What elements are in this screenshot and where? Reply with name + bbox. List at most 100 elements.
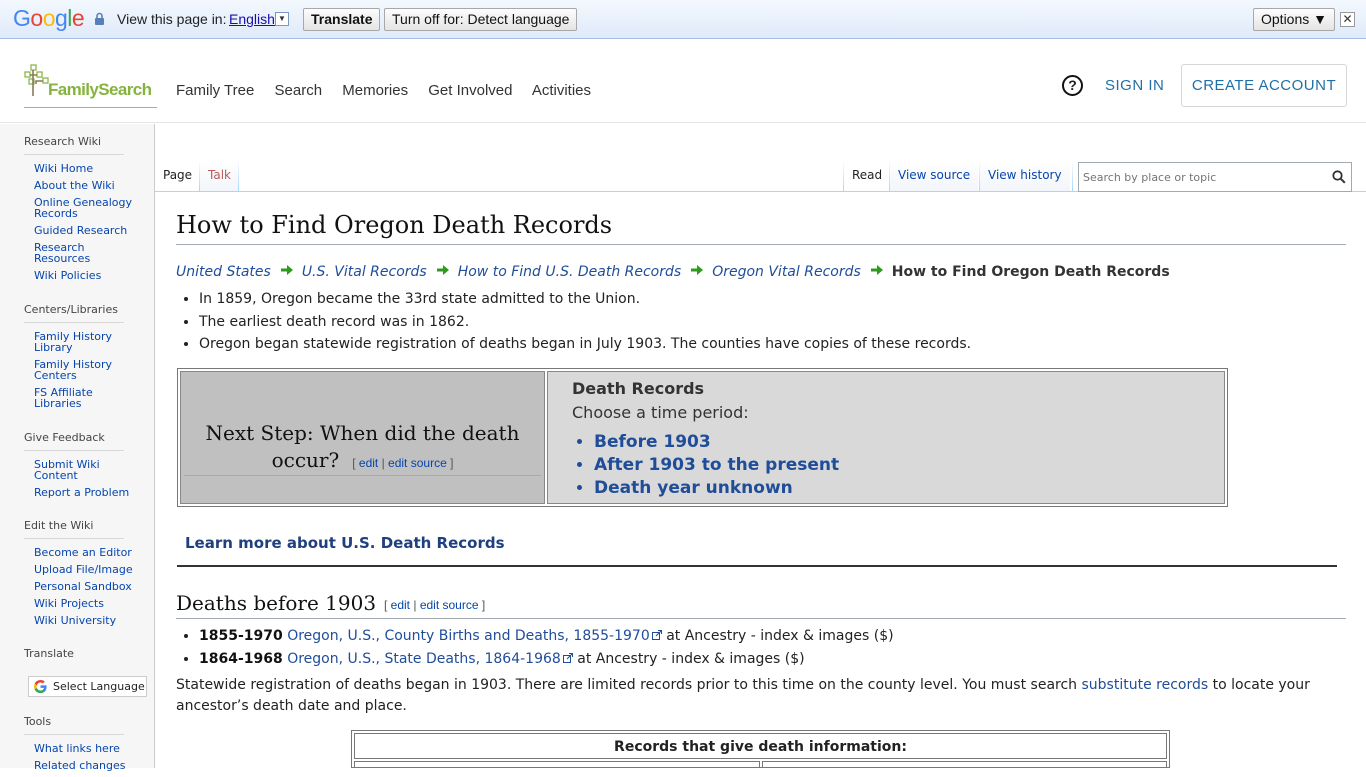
breadcrumb-united-states[interactable]: United States <box>176 264 271 280</box>
close-icon[interactable]: ✕ <box>1340 12 1355 27</box>
title-divider <box>176 244 1346 245</box>
learn-more-link[interactable]: Learn more about U.S. Death Records <box>185 534 505 552</box>
tab-view-source[interactable]: View source <box>890 160 979 191</box>
arrow-right-icon <box>280 265 293 275</box>
nav-activities[interactable]: Activities <box>532 82 591 99</box>
translate-button[interactable]: Translate <box>303 8 381 31</box>
next-step-question: Next Step: When did the death occur? [ e… <box>181 420 544 477</box>
section-heading: Deaths before 1903 <box>176 591 377 615</box>
tab-read[interactable]: Read <box>844 160 891 191</box>
chevron-down-icon[interactable]: ▼ <box>275 12 289 26</box>
sidebar-item-wiki-home[interactable]: Wiki Home <box>34 163 134 174</box>
sidebar-item-related-changes[interactable]: Related changes <box>34 760 134 771</box>
external-link-icon <box>562 652 573 663</box>
sidebar: Research Wiki Wiki Home About the Wiki O… <box>0 124 155 771</box>
death-records-heading: Death Records <box>572 379 705 398</box>
sidebar-section-title: Translate <box>24 647 74 660</box>
breadcrumb-us-vital-records[interactable]: U.S. Vital Records <box>302 264 427 280</box>
section-rule <box>177 565 1337 567</box>
sidebar-item-online-records[interactable]: Online Genealogy Records <box>34 197 134 219</box>
sidebar-section-centers: Centers/Libraries Family History Library… <box>24 303 134 415</box>
sidebar-item-upload-file[interactable]: Upload File/Image <box>34 564 134 575</box>
sidebar-section-title: Give Feedback <box>24 431 124 451</box>
sidebar-item-personal-sandbox[interactable]: Personal Sandbox <box>34 581 134 592</box>
sidebar-item-guided-research[interactable]: Guided Research <box>34 225 134 236</box>
edit-source-link[interactable]: edit source <box>388 456 447 470</box>
table-caption: Records that give death information: <box>354 733 1167 759</box>
nav-search[interactable]: Search <box>275 82 323 99</box>
options-button[interactable]: Options ▼ <box>1253 8 1335 31</box>
edit-link[interactable]: edit <box>359 456 378 470</box>
option-before-1903[interactable]: Before 1903 <box>594 431 839 454</box>
search-box <box>1078 162 1352 192</box>
search-input[interactable] <box>1081 166 1321 188</box>
option-after-1903[interactable]: After 1903 to the present <box>594 454 839 477</box>
substitute-records-link[interactable]: substitute records <box>1082 677 1209 693</box>
edit-link[interactable]: edit <box>391 598 410 612</box>
sidebar-section-edit: Edit the Wiki Become an Editor Upload Fi… <box>24 519 134 632</box>
list-item: Oregon began statewide registration of d… <box>199 333 971 356</box>
table-cell <box>354 761 760 767</box>
statewide-paragraph: Statewide registration of deaths began i… <box>176 675 1346 717</box>
sidebar-section-research-wiki: Research Wiki Wiki Home About the Wiki O… <box>24 135 134 287</box>
select-language-button[interactable]: Select Language <box>28 676 147 697</box>
main-nav: Family Tree Search Memories Get Involved… <box>176 82 607 99</box>
help-icon[interactable]: ? <box>1062 75 1083 96</box>
nav-memories[interactable]: Memories <box>342 82 408 99</box>
edit-source-link[interactable]: edit source <box>420 598 479 612</box>
option-year-unknown[interactable]: Death year unknown <box>594 477 839 500</box>
tab-separator <box>1072 160 1073 191</box>
sidebar-item-wiki-policies[interactable]: Wiki Policies <box>34 270 134 281</box>
sidebar-item-fh-centers[interactable]: Family History Centers <box>34 359 134 381</box>
sidebar-item-wiki-projects[interactable]: Wiki Projects <box>34 598 134 609</box>
breadcrumb-oregon-vital-records[interactable]: Oregon Vital Records <box>712 264 861 280</box>
sidebar-item-affiliate-libraries[interactable]: FS Affiliate Libraries <box>34 387 134 409</box>
divider <box>184 475 541 476</box>
arrow-right-icon <box>870 265 883 275</box>
edit-links: [ edit | edit source ] <box>345 456 454 470</box>
record-years: 1855-1970 <box>199 628 283 644</box>
records-table: Records that give death information: <box>351 730 1170 768</box>
sidebar-item-report-problem[interactable]: Report a Problem <box>34 487 134 498</box>
record-suffix: at Ancestry - index & images ($) <box>572 650 805 667</box>
sidebar-item-fh-library[interactable]: Family History Library <box>34 331 134 353</box>
sidebar-item-wiki-university[interactable]: Wiki University <box>34 615 134 626</box>
death-records-cell: Death Records Choose a time period: Befo… <box>547 371 1225 504</box>
sidebar-section-title: Research Wiki <box>24 135 124 155</box>
logo-wordmark: FamilySearch <box>48 80 152 99</box>
language-select[interactable]: English <box>229 11 275 27</box>
breadcrumb: United States U.S. Vital Records How to Fi… <box>176 264 1170 280</box>
page-title: How to Find Oregon Death Records <box>176 211 613 239</box>
create-account-button[interactable]: CREATE ACCOUNT <box>1181 64 1347 107</box>
tab-talk[interactable]: Talk <box>200 160 239 191</box>
tab-page[interactable]: Page <box>155 160 199 191</box>
sidebar-item-about-wiki[interactable]: About the Wiki <box>34 180 134 191</box>
sign-in-link[interactable]: SIGN IN <box>1105 77 1164 94</box>
arrow-right-icon <box>436 265 449 275</box>
choose-period-label: Choose a time period: <box>572 403 749 422</box>
view-page-label: View this page in: <box>117 11 227 27</box>
google-logo: Google <box>13 5 85 31</box>
breadcrumb-us-death-records[interactable]: How to Find U.S. Death Records <box>458 264 681 280</box>
familysearch-logo[interactable]: FamilySearch <box>24 64 157 108</box>
tree-icon <box>24 64 49 96</box>
sidebar-item-research-resources[interactable]: Research Resources <box>34 242 134 264</box>
tab-separator <box>238 160 239 191</box>
record-link[interactable]: Oregon, U.S., State Deaths, 1864-1968 <box>287 651 561 667</box>
nav-get-involved[interactable]: Get Involved <box>428 82 512 99</box>
arrow-right-icon <box>691 265 704 275</box>
search-icon[interactable] <box>1332 170 1346 184</box>
sidebar-item-submit-content[interactable]: Submit Wiki Content <box>34 459 134 481</box>
lock-icon <box>95 12 104 25</box>
record-years: 1864-1968 <box>199 650 283 667</box>
table-cell <box>762 761 1167 767</box>
nav-family-tree[interactable]: Family Tree <box>176 82 254 99</box>
sidebar-section-title: Centers/Libraries <box>24 303 124 323</box>
record-suffix: at Ancestry - index & images ($) <box>661 628 894 644</box>
record-link[interactable]: Oregon, U.S., County Births and Deaths, … <box>287 628 650 644</box>
sidebar-item-what-links-here[interactable]: What links here <box>34 743 134 754</box>
turn-off-button[interactable]: Turn off for: Detect language <box>384 8 578 31</box>
sidebar-item-become-editor[interactable]: Become an Editor <box>34 547 134 558</box>
list-item: The earliest death record was in 1862. <box>199 311 971 334</box>
tab-view-history[interactable]: View history <box>980 160 1070 191</box>
